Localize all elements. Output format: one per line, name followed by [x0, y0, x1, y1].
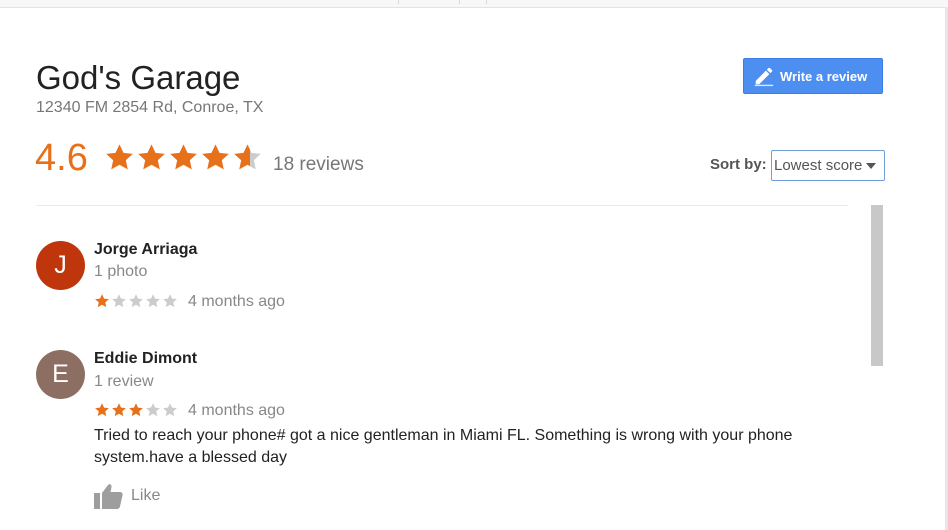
thumbs-up-icon — [94, 484, 123, 509]
star-icon — [129, 403, 143, 417]
sort-label: Sort by: — [710, 156, 767, 173]
star-icon — [129, 294, 143, 308]
star-icon — [146, 403, 160, 417]
review-rating-stars — [94, 402, 179, 420]
star-icon — [146, 294, 160, 308]
strip-tick — [398, 0, 399, 4]
write-review-button[interactable]: Write a review — [743, 58, 883, 94]
star-icon — [163, 403, 177, 417]
strip-tick — [486, 0, 487, 4]
star-icon — [112, 294, 126, 308]
reviewer-name[interactable]: Eddie Dimont — [94, 349, 197, 369]
average-rating-stars — [104, 142, 264, 174]
star-icon — [95, 403, 109, 417]
average-rating: 4.6 — [35, 137, 88, 179]
avatar[interactable]: J — [36, 241, 85, 290]
avatar[interactable]: E — [36, 350, 85, 399]
reviewer-name[interactable]: Jorge Arriaga — [94, 240, 197, 260]
star-icon — [95, 294, 109, 308]
like-button[interactable]: Like — [94, 482, 160, 510]
sort-dropdown[interactable]: Lowest score — [771, 150, 885, 181]
review-rating-stars — [94, 293, 179, 311]
star-icon — [112, 403, 126, 417]
review-text: Tried to reach your phone# got a nice ge… — [94, 427, 793, 466]
review-count-link[interactable]: 18 reviews — [273, 154, 364, 176]
business-name: God's Garage — [36, 59, 241, 96]
review-time: 4 months ago — [188, 293, 285, 310]
star-icon — [163, 294, 177, 308]
star-icon — [202, 144, 229, 170]
star-icon — [170, 144, 197, 170]
star-icon — [138, 144, 165, 170]
write-review-label: Write a review — [780, 68, 868, 84]
star-icon — [234, 144, 261, 170]
like-label: Like — [131, 487, 161, 504]
browser-top-strip — [0, 0, 948, 8]
strip-tick — [459, 0, 460, 4]
scrollbar-thumb[interactable] — [871, 205, 883, 366]
pencil-icon — [754, 67, 774, 87]
reviewer-meta: 1 photo — [94, 263, 148, 280]
star-icon — [106, 144, 133, 170]
sort-selected-value: Lowest score — [774, 157, 863, 174]
reviewer-meta: 1 review — [94, 373, 154, 390]
section-divider — [36, 205, 848, 206]
review-time: 4 months ago — [188, 402, 285, 419]
business-address: 12340 FM 2854 Rd, Conroe, TX — [36, 99, 264, 116]
chevron-down-icon — [866, 163, 876, 169]
